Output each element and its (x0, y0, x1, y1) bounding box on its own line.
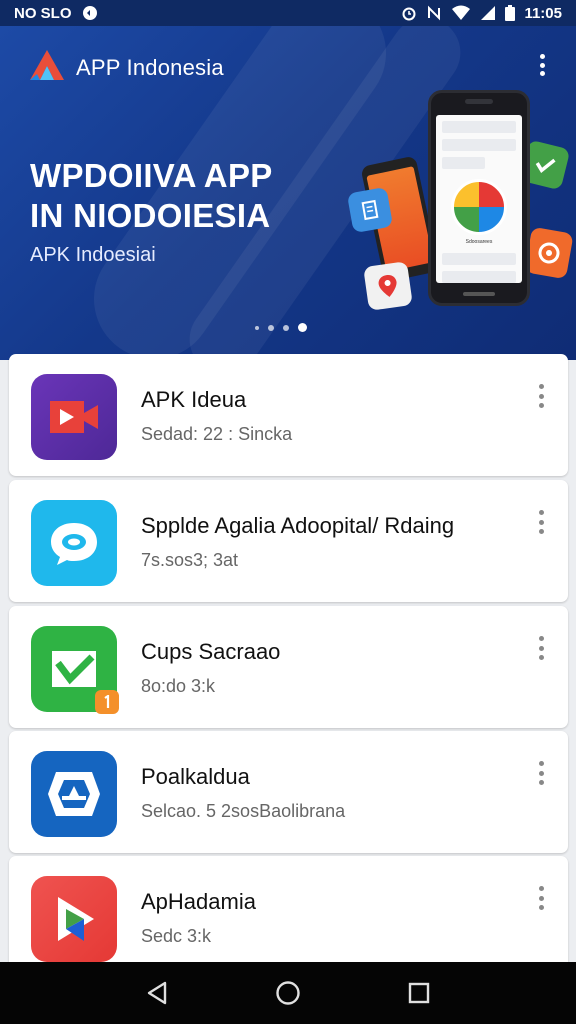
app-meta: 8o:do 3:k (141, 676, 216, 696)
a-shield-icon (31, 751, 117, 837)
app-meta: Sedc 3:k (141, 926, 212, 946)
battery-icon (505, 5, 516, 21)
app-name: Poalkaldua (141, 764, 250, 789)
hero-title: WPDOIIVA APP IN NIODOIESIA (30, 156, 273, 236)
brand-name: APP Indonesia (76, 54, 224, 80)
settings-sync-icon (82, 5, 98, 21)
home-icon[interactable] (268, 973, 308, 1013)
app-list-item[interactable]: Cups Sacraao 8o:do 3:k (9, 606, 568, 728)
more-options-icon[interactable] (536, 510, 546, 534)
location-tile-icon (363, 261, 413, 311)
phone-screen-graphic (451, 179, 507, 235)
document-tile-icon (346, 186, 394, 234)
app-list-item[interactable]: Spplde Agalia Adoopital/ Rdaing 7s.sos3;… (9, 480, 568, 602)
carousel-dot-active[interactable] (298, 323, 307, 332)
app-list-item[interactable]: Poalkaldua Selcao. 5 2sosBaolibrana (9, 731, 568, 853)
hero-title-line1: WPDOIIVA APP (30, 157, 273, 194)
carousel-indicator[interactable] (255, 323, 307, 332)
play-triangle-icon (31, 876, 117, 962)
brand-logo-icon (28, 48, 66, 87)
hero-title-line2: IN NIODOIESIA (30, 197, 271, 234)
status-time: 11:05 (524, 4, 562, 22)
app-name: Cups Sacraao (141, 639, 281, 664)
carousel-dot[interactable] (283, 324, 289, 331)
status-bar: NO SLO 11:05 (0, 0, 576, 26)
more-options-icon[interactable] (536, 886, 546, 910)
phone-screen-label: Sdoosarees (465, 239, 493, 245)
brand: APP Indonesia (28, 48, 224, 87)
more-options-icon[interactable] (536, 761, 546, 785)
hero-banner[interactable]: APP Indonesia WPDOIIVA APP IN NIODOIESIA… (0, 26, 576, 360)
nfc-icon (426, 5, 442, 21)
badge-icon (95, 690, 119, 714)
target-tile-icon (524, 226, 574, 280)
carousel-dot[interactable] (255, 325, 259, 330)
back-icon[interactable] (137, 973, 177, 1013)
app-list-item[interactable]: ApHadamia Sedc 3:k (9, 856, 568, 978)
chat-bubble-icon (31, 500, 117, 586)
more-options-icon[interactable] (536, 384, 546, 408)
app-name: Spplde Agalia Adoopital/ Rdaing (141, 513, 455, 538)
app-list-item[interactable]: APK Ideua Sedad: 22 : Sincka (9, 354, 568, 476)
hero-subtitle: APK Indoesiai (30, 244, 156, 266)
system-navigation-bar (0, 962, 576, 1024)
status-left-text: NO SLO (14, 4, 72, 22)
overflow-menu-icon[interactable] (530, 52, 554, 78)
app-meta: Selcao. 5 2sosBaolibrana (141, 801, 346, 821)
video-play-icon (31, 374, 117, 460)
signal-icon (480, 5, 496, 21)
more-options-icon[interactable] (536, 636, 546, 660)
carousel-dot[interactable] (268, 324, 274, 331)
recents-icon[interactable] (399, 973, 439, 1013)
app-name: APK Ideua (141, 387, 247, 412)
wifi-icon (451, 5, 471, 21)
app-meta: 7s.sos3; 3at (141, 550, 239, 570)
app-name: ApHadamia (141, 889, 256, 914)
app-meta: Sedad: 22 : Sincka (141, 424, 293, 444)
phone-illustration: Sdoosarees (428, 90, 530, 306)
alarm-icon (401, 5, 417, 21)
check-leaf-icon (31, 626, 119, 714)
